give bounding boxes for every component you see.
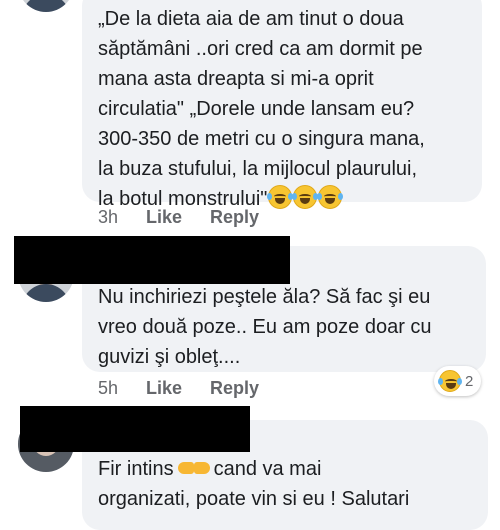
comment-text: cand va mai [213,458,322,480]
comment-text-line: vreo două poze.. Eu am poze doar cu [98,316,432,338]
comment-timestamp[interactable]: 5h [98,378,118,399]
reaction-count: 2 [465,372,474,390]
comment-text-line: „De la dieta aia de am tinut o doua [98,8,404,30]
comment-bubble: „De la dieta aia de am tinut o doua săpt… [82,0,482,210]
laugh-cry-icon [317,185,344,209]
reply-button[interactable]: Reply [210,207,259,228]
like-button[interactable]: Like [146,207,182,228]
comment-text-line: Fir intins cand va mai [98,454,488,484]
comment-text-line: săptămâni ..ori cred ca am dormit pe [98,38,423,60]
redacted-author-name [20,406,250,452]
comment-text-line: circulatia" „Dorele unde lansam eu? [98,98,415,120]
comment-timestamp[interactable]: 3h [98,207,118,228]
redacted-author-name [14,236,290,284]
reaction-count-badge[interactable]: 2 [434,366,482,396]
laugh-cry-icon [267,185,294,209]
reply-button[interactable]: Reply [210,378,259,399]
laugh-cry-icon [438,370,462,392]
fist-bump-icon [177,459,210,477]
commenter-avatar-top[interactable] [18,0,74,12]
comment-text: Fir intins [98,458,174,480]
avatar-shirt [22,0,70,12]
comment-text-line: 300-350 de metri cu o singura mana, [98,128,425,150]
comment-text-line: Nu inchiriezi peştele ăla? Să fac şi eu [98,286,431,308]
comment-text-line: guvizi şi obleţ.... [98,346,241,368]
comment-text-line: organizati, poate vin si eu ! Salutari [98,488,410,510]
like-button[interactable]: Like [146,378,182,399]
comment-text-line: la buza stufului, la mijlocul plaurului, [98,158,418,180]
avatar-shirt [22,284,70,302]
laugh-cry-icon [292,185,319,209]
comment-text-line: mana asta dreapta si mi-a oprit [98,68,374,90]
